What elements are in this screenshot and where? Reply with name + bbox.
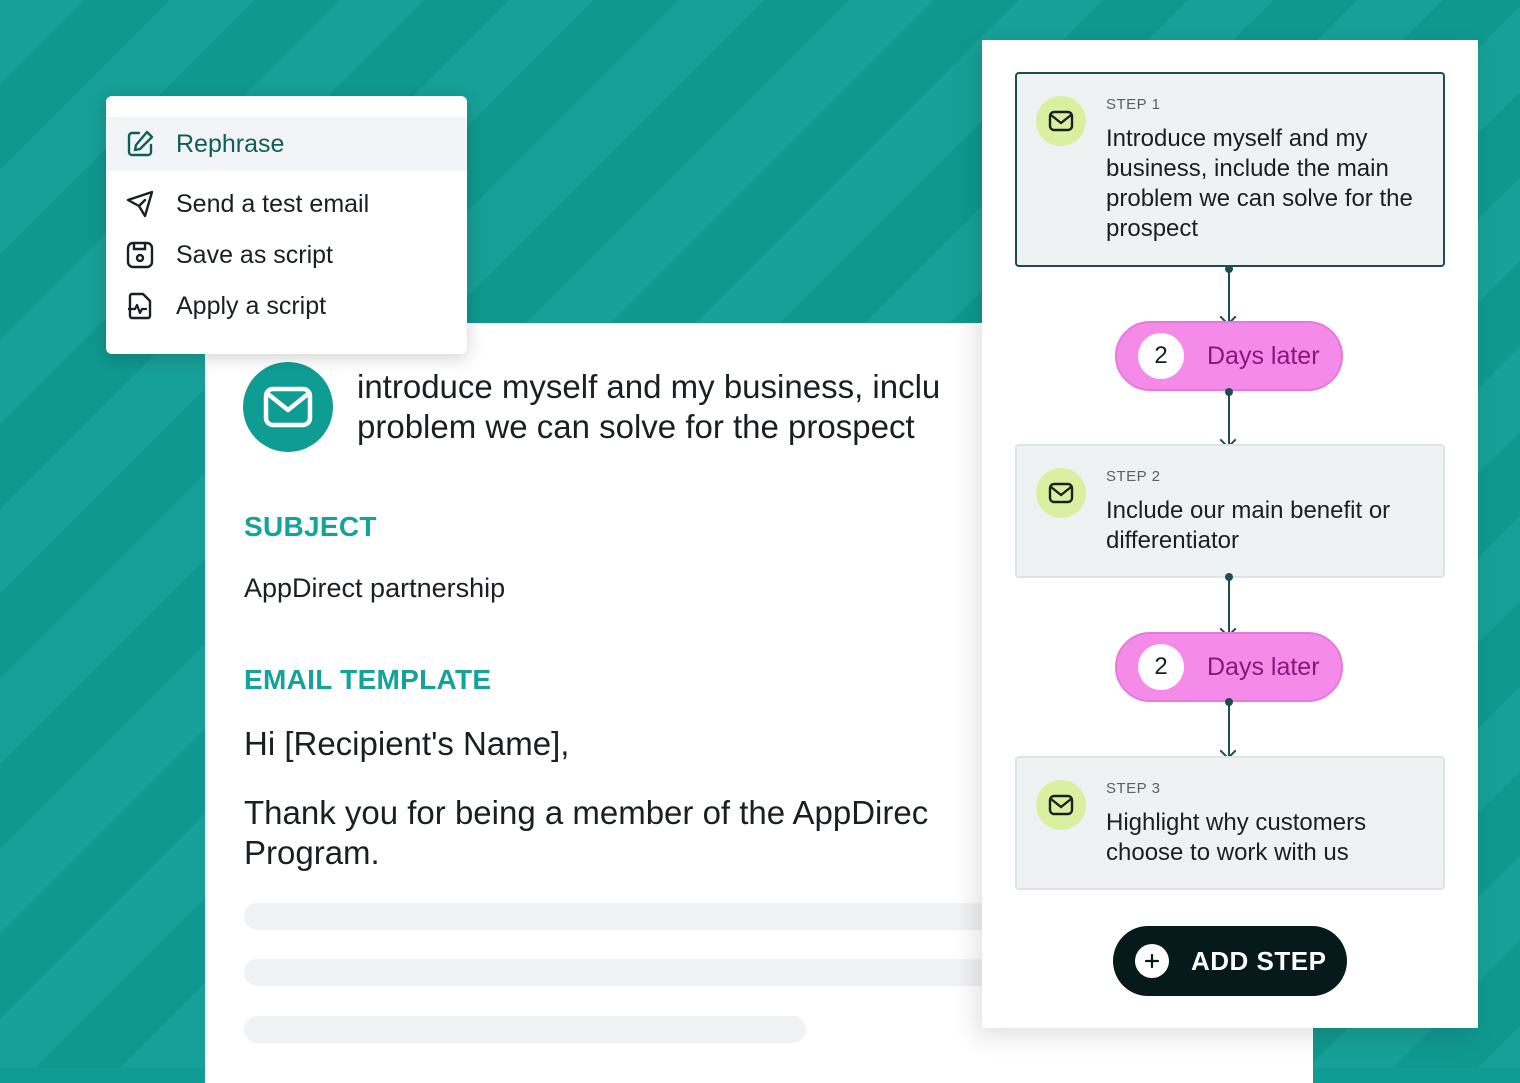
add-step-button[interactable]: ADD STEP (1113, 926, 1347, 996)
menu-item-label: Send a test email (176, 189, 370, 218)
placeholder-line (244, 1016, 806, 1043)
subject-label: SUBJECT (244, 511, 377, 542)
email-body[interactable]: Thank you for being a member of the AppD… (244, 793, 984, 873)
email-step-headline: introduce myself and my business, inclu … (357, 367, 997, 447)
envelope-icon (1036, 468, 1086, 518)
menu-item-label: Rephrase (176, 129, 285, 158)
email-greeting[interactable]: Hi [Recipient's Name], (244, 725, 569, 763)
envelope-icon (263, 386, 313, 428)
add-step-label: ADD STEP (1191, 945, 1327, 976)
apply-script-icon (124, 290, 156, 322)
delay-days-count: 2 (1138, 644, 1184, 690)
email-body-line: Thank you for being a member of the AppD… (244, 794, 929, 831)
email-template-label: EMAIL TEMPLATE (244, 664, 492, 695)
step-label: STEP 3 (1106, 780, 1161, 797)
ai-actions-menu: Rephrase Send a test email Save as scrip… (106, 96, 467, 354)
send-icon (124, 188, 156, 220)
step-card-2[interactable]: STEP 2 Include our main benefit or diffe… (1015, 444, 1445, 578)
step-card-3[interactable]: STEP 3 Highlight why customers choose to… (1015, 756, 1445, 890)
delay-label: Days later (1207, 652, 1320, 681)
menu-item-send-test-email[interactable]: Send a test email (106, 178, 467, 230)
headline-line: introduce myself and my business, inclu (357, 368, 941, 405)
envelope-icon (1036, 96, 1086, 146)
step-label: STEP 1 (1106, 96, 1161, 113)
step-description: Introduce myself and my business, includ… (1106, 125, 1413, 242)
step-description: Include our main benefit or differentiat… (1106, 497, 1391, 554)
email-avatar (243, 362, 333, 452)
menu-item-label: Apply a script (176, 291, 327, 320)
menu-item-rephrase[interactable]: Rephrase (106, 117, 467, 171)
menu-item-apply-script[interactable]: Apply a script (106, 280, 467, 332)
menu-item-save-as-script[interactable]: Save as script (106, 229, 467, 281)
subject-field[interactable]: AppDirect partnership (244, 573, 505, 604)
step-description: Highlight why customers choose to work w… (1106, 809, 1367, 866)
save-icon (124, 239, 156, 271)
headline-line: problem we can solve for the prospect (357, 408, 915, 445)
delay-pill-1[interactable]: 2 Days later (1115, 321, 1343, 391)
delay-pill-2[interactable]: 2 Days later (1115, 632, 1343, 702)
delay-days-count: 2 (1138, 333, 1184, 379)
email-body-line: Program. (244, 834, 380, 871)
edit-icon (124, 128, 156, 160)
sequence-panel: STEP 1 Introduce myself and my business,… (982, 40, 1478, 1028)
step-label: STEP 2 (1106, 468, 1161, 485)
envelope-icon (1036, 780, 1086, 830)
step-card-1[interactable]: STEP 1 Introduce myself and my business,… (1015, 72, 1445, 267)
menu-item-label: Save as script (176, 240, 334, 269)
plus-icon (1135, 944, 1169, 978)
delay-label: Days later (1207, 341, 1320, 370)
